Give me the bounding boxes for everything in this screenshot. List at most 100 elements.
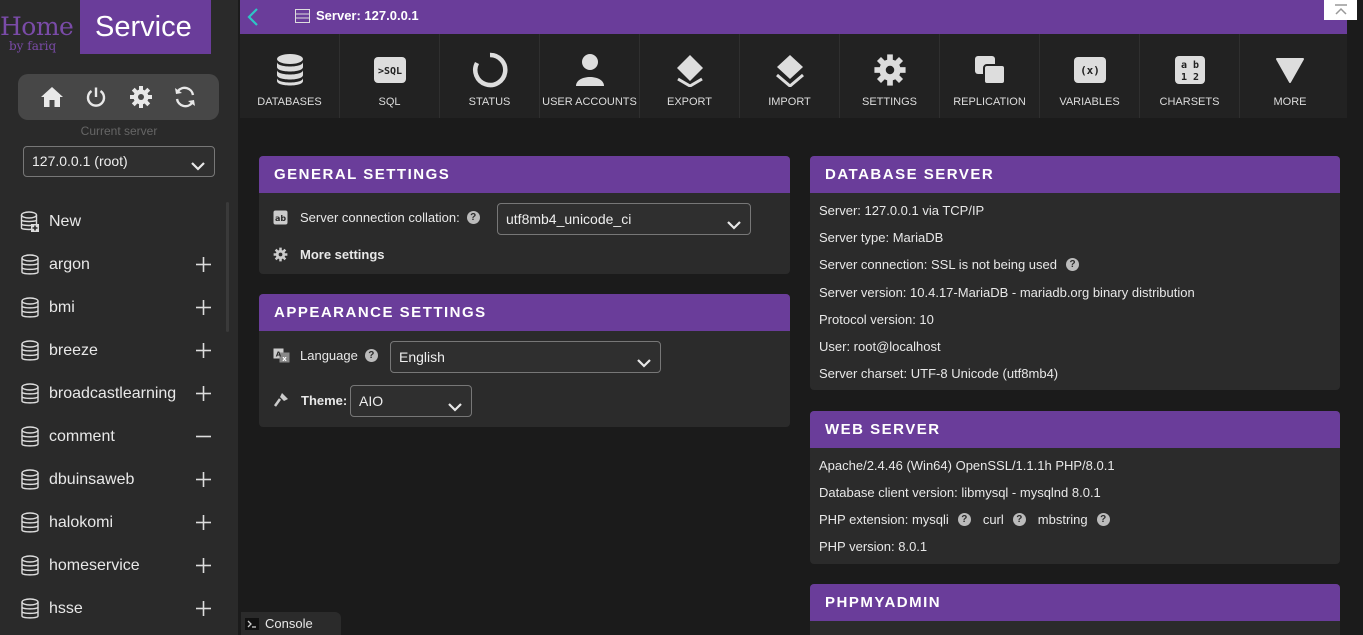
sidebar-item-hsse[interactable]: hsse <box>0 587 226 630</box>
database-tree: New argon bmi breeze broadcastlearning comme… <box>0 200 226 630</box>
sidebar-item-homeservice[interactable]: homeservice <box>0 544 226 587</box>
expand-plus-icon[interactable] <box>195 514 212 531</box>
theme-select[interactable]: AIO <box>350 385 472 417</box>
php-ext-curl: curl <box>982 512 1004 527</box>
language-select[interactable]: English <box>390 341 661 373</box>
more-settings-link[interactable]: More settings <box>273 247 385 262</box>
apache-line: Apache/2.4.46 (Win64) OpenSSL/1.1.1h PHP… <box>819 458 1115 473</box>
sidebar-item-bmi[interactable]: bmi <box>0 286 226 329</box>
help-icon[interactable]: ? <box>1012 513 1026 526</box>
sidebar-item-argon[interactable]: argon <box>0 243 226 286</box>
expand-plus-icon[interactable] <box>195 256 212 273</box>
svg-text:1: 1 <box>1180 72 1186 83</box>
database-icon <box>21 296 39 318</box>
tab-sql[interactable]: >SQL SQL <box>340 34 440 118</box>
expand-plus-icon[interactable] <box>195 600 212 617</box>
tab-user-accounts[interactable]: USER ACCOUNTS <box>540 34 640 118</box>
sidebar-item-label: homeservice <box>49 556 140 574</box>
logo[interactable]: Home by fariq Service <box>0 0 212 54</box>
chevron-down-icon <box>190 154 206 183</box>
help-icon[interactable]: ? <box>364 349 378 362</box>
sql-icon: >SQL <box>372 52 408 88</box>
variables-icon: (x) <box>1072 52 1108 88</box>
tab-more[interactable]: MORE <box>1240 34 1340 118</box>
tab-charsets[interactable]: ab12 CHARSETS <box>1140 34 1240 118</box>
sidebar-item-label: halokomi <box>49 513 114 531</box>
breadcrumb[interactable]: Server: 127.0.0.1 <box>295 8 419 23</box>
tab-import[interactable]: IMPORT <box>740 34 840 118</box>
database-icon <box>21 511 39 533</box>
sidebar-item-comment[interactable]: comment <box>0 415 226 458</box>
database-server-title: DATABASE SERVER <box>810 156 1340 193</box>
database-server-panel: DATABASE SERVER Server: 127.0.0.1 via TC… <box>810 156 1340 390</box>
status-icon <box>472 52 508 88</box>
database-icon <box>21 253 39 275</box>
theme-select-value: AIO <box>359 393 384 409</box>
tab-variables[interactable]: (x) VARIABLES <box>1040 34 1140 118</box>
tab-status[interactable]: STATUS <box>440 34 540 118</box>
collapse-sidebar-icon[interactable] <box>243 6 263 32</box>
server-select[interactable]: 127.0.0.1 (root) <box>23 146 215 177</box>
collation-icon: ab <box>273 210 288 225</box>
chevron-down-icon <box>636 350 652 380</box>
database-icon <box>272 52 308 88</box>
tab-databases[interactable]: DATABASES <box>240 34 340 118</box>
help-icon[interactable]: ? <box>466 211 480 224</box>
server-select-value: 127.0.0.1 (root) <box>32 153 128 169</box>
expand-plus-icon[interactable] <box>195 557 212 574</box>
reload-icon[interactable] <box>172 84 198 110</box>
console-toggle[interactable]: Console <box>241 612 341 635</box>
help-icon[interactable]: ? <box>1096 513 1110 526</box>
sidebar-item-broadcastlearning[interactable]: broadcastlearning <box>0 372 226 415</box>
sidebar-item-breeze[interactable]: breeze <box>0 329 226 372</box>
chevron-down-icon <box>447 394 463 424</box>
logo-service-text: Service <box>80 0 211 54</box>
database-icon <box>21 554 39 576</box>
tab-export[interactable]: EXPORT <box>640 34 740 118</box>
database-icon <box>21 468 39 490</box>
language-select-value: English <box>399 349 445 365</box>
php-ext-mbstring: mbstring <box>1037 512 1088 527</box>
collation-select[interactable]: utf8mb4_unicode_ci <box>497 203 751 235</box>
general-settings-title: GENERAL SETTINGS <box>259 156 790 193</box>
web-server-panel: WEB SERVER Apache/2.4.46 (Win64) OpenSSL… <box>810 411 1340 564</box>
user-line: User: root@localhost <box>819 339 941 354</box>
phpmyadmin-title: PHPMYADMIN <box>810 584 1340 621</box>
web-server-title: WEB SERVER <box>810 411 1340 448</box>
sidebar-scrollbar[interactable] <box>226 202 229 332</box>
tab-export-label: EXPORT <box>666 96 713 108</box>
page-scrollbar[interactable] <box>1347 34 1363 635</box>
protocol-version-line: Protocol version: 10 <box>819 312 934 327</box>
appearance-settings-title: APPEARANCE SETTINGS <box>259 294 790 331</box>
php-version-line: PHP version: 8.0.1 <box>819 539 928 554</box>
more-settings-label: More settings <box>300 247 385 262</box>
sidebar-item-label: breeze <box>49 341 98 359</box>
sidebar-item-halokomi[interactable]: halokomi <box>0 501 226 544</box>
logo-by-text: by fariq <box>9 39 57 53</box>
database-icon <box>21 339 39 361</box>
sidebar-item-label: hsse <box>49 599 83 617</box>
tab-replication[interactable]: REPLICATION <box>940 34 1040 118</box>
db-client-line: Database client version: libmysql - mysq… <box>819 485 1101 500</box>
svg-text:b: b <box>1192 60 1198 71</box>
gear-icon[interactable] <box>128 84 154 110</box>
user-icon <box>572 52 608 88</box>
gear-icon <box>273 247 288 262</box>
expand-plus-icon[interactable] <box>195 299 212 316</box>
help-icon[interactable]: ? <box>1066 258 1079 271</box>
tab-settings[interactable]: SETTINGS <box>840 34 940 118</box>
expand-plus-icon[interactable] <box>195 385 212 402</box>
expand-plus-icon[interactable] <box>195 471 212 488</box>
navigation-sidebar: Home by fariq Service Current server 127… <box>0 0 238 635</box>
collapse-minus-icon[interactable] <box>195 428 212 445</box>
home-icon[interactable] <box>39 84 65 110</box>
sidebar-item-label: dbuinsaweb <box>49 470 135 488</box>
sidebar-item-dbuinsaweb[interactable]: dbuinsaweb <box>0 458 226 501</box>
collapse-top-button[interactable] <box>1324 0 1357 20</box>
svg-text:ab: ab <box>275 214 286 223</box>
server-host-line: Server: 127.0.0.1 via TCP/IP <box>819 203 985 218</box>
logout-icon[interactable] <box>83 84 109 110</box>
expand-plus-icon[interactable] <box>195 342 212 359</box>
new-database-item[interactable]: New <box>0 200 226 243</box>
help-icon[interactable]: ? <box>957 513 971 526</box>
